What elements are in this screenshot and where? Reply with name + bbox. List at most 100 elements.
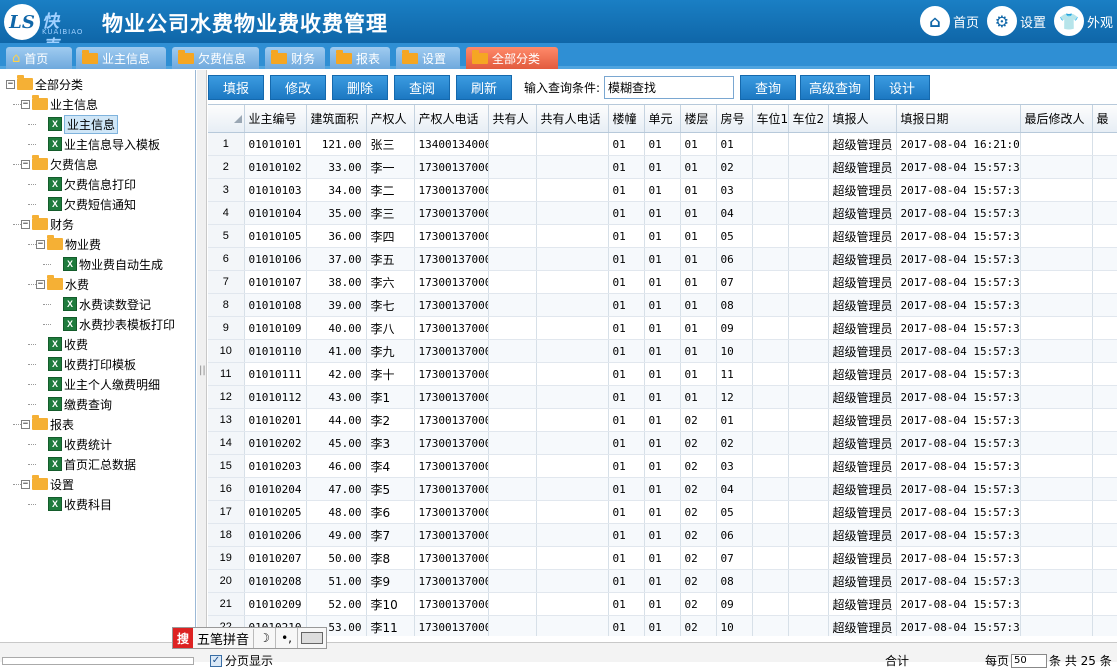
table-cell[interactable]: 01 bbox=[716, 408, 753, 432]
table-cell[interactable]: 01 bbox=[608, 546, 645, 570]
top-nav-home[interactable]: ⌂ 首页 bbox=[919, 6, 983, 36]
table-cell[interactable]: 07 bbox=[716, 546, 753, 570]
table-cell[interactable]: 2017-08-04 15:57:38 bbox=[896, 431, 1021, 455]
table-cell[interactable] bbox=[752, 362, 789, 386]
table-cell[interactable] bbox=[1020, 224, 1093, 248]
table-cell[interactable]: 17300137000 bbox=[414, 385, 489, 409]
table-cell[interactable]: 17300137000 bbox=[414, 615, 489, 636]
table-cell[interactable] bbox=[1092, 178, 1117, 202]
table-cell[interactable]: 01 bbox=[608, 500, 645, 524]
table-cell[interactable]: 01 bbox=[644, 270, 681, 294]
table-row[interactable]: 13 01010201 44.00 李2 17300137000 01 01 02 01 超级管理… bbox=[208, 408, 1117, 432]
table-row[interactable]: 5 01010105 36.00 李四 17300137000 01 01 01 05 超级管理员… bbox=[208, 224, 1117, 248]
table-cell[interactable]: 超级管理员 bbox=[828, 408, 897, 432]
table-cell[interactable]: 52.00 bbox=[306, 592, 367, 616]
table-cell[interactable] bbox=[536, 569, 609, 593]
collapse-toggle-icon[interactable]: − bbox=[21, 419, 30, 429]
table-cell[interactable]: 2017-08-04 15:57:38 bbox=[896, 316, 1021, 340]
table-cell[interactable]: 01 bbox=[644, 408, 681, 432]
table-cell[interactable]: 超级管理员 bbox=[828, 431, 897, 455]
tree-node[interactable]: X 业主信息导入模板 bbox=[48, 134, 160, 154]
top-nav-shirt[interactable]: 👕 外观 bbox=[1053, 6, 1117, 36]
tree-node[interactable]: − 物业费 bbox=[36, 234, 101, 254]
table-cell[interactable]: 44.00 bbox=[306, 408, 367, 432]
table-cell[interactable]: 01 bbox=[680, 385, 717, 409]
table-cell[interactable]: 121.00 bbox=[306, 132, 367, 156]
tree-node[interactable]: X 收费 bbox=[48, 334, 88, 354]
table-cell[interactable]: 李七 bbox=[366, 293, 415, 317]
table-cell[interactable]: 超级管理员 bbox=[828, 293, 897, 317]
table-cell[interactable]: 超级管理员 bbox=[828, 477, 897, 501]
table-row[interactable]: 19 01010207 50.00 李8 17300137000 01 01 02 07 超级管理… bbox=[208, 546, 1117, 570]
table-cell[interactable]: 10 bbox=[716, 339, 753, 363]
table-cell[interactable]: 01 bbox=[644, 385, 681, 409]
table-cell[interactable] bbox=[752, 201, 789, 225]
design-button[interactable]: 设计 bbox=[874, 74, 931, 100]
table-cell[interactable] bbox=[488, 270, 537, 294]
table-cell[interactable]: 39.00 bbox=[306, 293, 367, 317]
table-cell[interactable] bbox=[536, 132, 609, 156]
column-header[interactable]: 房号 bbox=[716, 105, 753, 133]
table-cell[interactable] bbox=[788, 569, 829, 593]
table-cell[interactable] bbox=[752, 224, 789, 248]
table-cell[interactable]: 06 bbox=[716, 523, 753, 547]
table-cell[interactable] bbox=[536, 592, 609, 616]
table-cell[interactable] bbox=[488, 385, 537, 409]
ime-logo-icon[interactable]: 搜 bbox=[173, 628, 193, 648]
table-cell[interactable] bbox=[536, 431, 609, 455]
table-cell[interactable] bbox=[1092, 408, 1117, 432]
table-cell[interactable]: 01 bbox=[644, 224, 681, 248]
search-button[interactable]: 查询 bbox=[740, 74, 797, 100]
table-cell[interactable] bbox=[488, 500, 537, 524]
table-cell[interactable]: 02 bbox=[680, 569, 717, 593]
table-cell[interactable]: 01010104 bbox=[244, 201, 307, 225]
table-cell[interactable] bbox=[788, 408, 829, 432]
table-cell[interactable]: 2017-08-04 15:57:38 bbox=[896, 569, 1021, 593]
table-cell[interactable]: 01010108 bbox=[244, 293, 307, 317]
refresh-button[interactable]: 刷新 bbox=[456, 74, 512, 100]
table-cell[interactable]: 17300137000 bbox=[414, 155, 489, 179]
table-cell[interactable] bbox=[536, 224, 609, 248]
table-cell[interactable] bbox=[752, 546, 789, 570]
table-cell[interactable] bbox=[1020, 408, 1093, 432]
table-cell[interactable] bbox=[1020, 477, 1093, 501]
table-cell[interactable] bbox=[1020, 247, 1093, 271]
table-cell[interactable] bbox=[1020, 339, 1093, 363]
table-cell[interactable] bbox=[488, 454, 537, 478]
table-cell[interactable] bbox=[788, 132, 829, 156]
table-cell[interactable]: 01010207 bbox=[244, 546, 307, 570]
column-header[interactable]: 产权人 bbox=[366, 105, 415, 133]
table-cell[interactable] bbox=[1020, 569, 1093, 593]
table-cell[interactable]: 11 bbox=[716, 362, 753, 386]
tree-node[interactable]: X 收费科目 bbox=[48, 494, 112, 514]
tree-node[interactable]: − 报表 bbox=[21, 414, 74, 434]
table-cell[interactable]: 01 bbox=[644, 569, 681, 593]
column-header[interactable]: 车位1 bbox=[752, 105, 789, 133]
table-cell[interactable] bbox=[788, 500, 829, 524]
table-cell[interactable]: 01 bbox=[608, 293, 645, 317]
table-cell[interactable] bbox=[536, 293, 609, 317]
table-cell[interactable] bbox=[1092, 362, 1117, 386]
table-cell[interactable] bbox=[488, 339, 537, 363]
column-header[interactable]: 产权人电话 bbox=[414, 105, 489, 133]
advanced-search-button[interactable]: 高级查询 bbox=[800, 74, 871, 100]
table-cell[interactable] bbox=[536, 546, 609, 570]
table-cell[interactable] bbox=[536, 615, 609, 636]
table-cell[interactable]: 李10 bbox=[366, 592, 415, 616]
table-cell[interactable]: 01010204 bbox=[244, 477, 307, 501]
table-cell[interactable]: 33.00 bbox=[306, 155, 367, 179]
collapse-toggle-icon[interactable]: − bbox=[21, 159, 30, 169]
tree-node[interactable]: X 收费统计 bbox=[48, 434, 112, 454]
table-cell[interactable]: 17300137000 bbox=[414, 247, 489, 271]
table-cell[interactable]: 01 bbox=[608, 270, 645, 294]
table-cell[interactable]: 17300137000 bbox=[414, 224, 489, 248]
table-cell[interactable]: 42.00 bbox=[306, 362, 367, 386]
table-cell[interactable] bbox=[488, 569, 537, 593]
table-cell[interactable]: 2017-08-04 15:57:38 bbox=[896, 500, 1021, 524]
table-cell[interactable] bbox=[752, 500, 789, 524]
table-cell[interactable]: 超级管理员 bbox=[828, 316, 897, 340]
table-cell[interactable]: 李7 bbox=[366, 523, 415, 547]
table-cell[interactable] bbox=[1092, 546, 1117, 570]
table-cell[interactable]: 李4 bbox=[366, 454, 415, 478]
table-cell[interactable] bbox=[1092, 201, 1117, 225]
